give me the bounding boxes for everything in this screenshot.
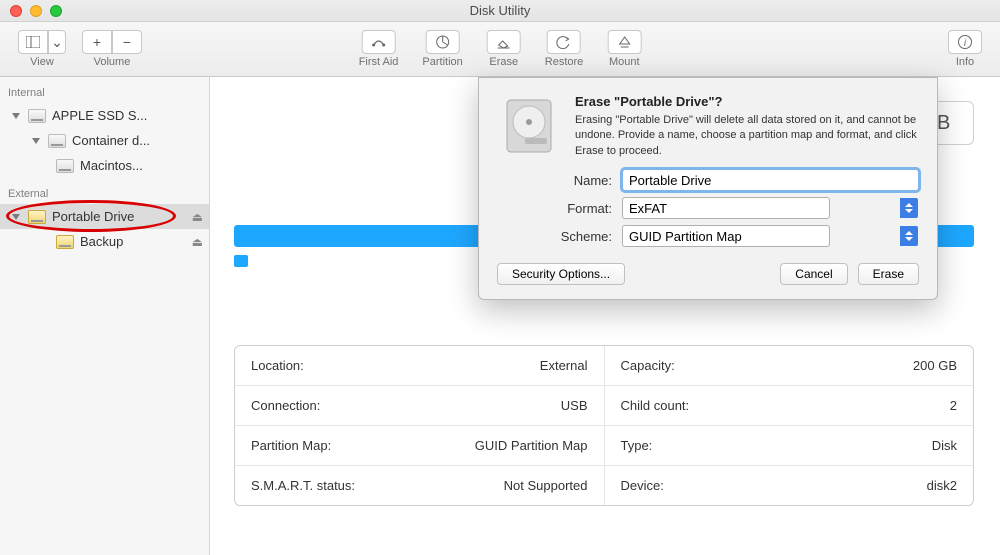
scheme-select[interactable] [622,225,919,247]
sidebar-item-macintosh[interactable]: Macintos... [0,153,209,178]
erase-button[interactable] [487,30,521,54]
info-panel: Location: External Capacity: 200 GB Connec… [234,345,974,506]
disk-icon [28,109,46,123]
stepper-icon[interactable] [900,198,918,218]
info-label: Type: [621,438,653,453]
window-title: Disk Utility [470,3,531,18]
info-label: S.M.A.R.T. status: [251,478,355,493]
hard-drive-icon [497,94,561,158]
toolbar-view: ⌄ View [18,30,66,68]
info-label: Connection: [251,398,320,413]
external-disk-icon [56,235,74,249]
content-pane: 200 GB Location: External Capacity: 200 GB… [210,77,1000,555]
zoom-icon[interactable] [50,5,62,17]
info-label: Location: [251,358,304,373]
name-label: Name: [497,173,612,188]
sidebar-item-label: Backup [80,234,186,249]
info-value: Not Supported [504,478,588,493]
usage-legend-swatch [234,255,248,267]
sidebar-item-label: APPLE SSD S... [52,108,203,123]
sidebar-item-apple-ssd[interactable]: APPLE SSD S... [0,103,209,128]
name-input[interactable] [622,169,919,191]
scheme-label: Scheme: [497,229,612,244]
disclosure-icon[interactable] [12,214,20,220]
info-label: Info [956,56,974,68]
info-value: disk2 [927,478,957,493]
info-label: Partition Map: [251,438,331,453]
cancel-button[interactable]: Cancel [780,263,847,285]
toolbar-volume: + − Volume [82,30,142,68]
info-value: USB [561,398,588,413]
sidebar-item-label: Portable Drive [52,209,186,224]
volume-add-button[interactable]: + [82,30,112,54]
view-menu-button[interactable]: ⌄ [48,30,66,54]
sidebar-item-backup[interactable]: Backup ⏏ [0,229,209,254]
toolbar-view-label: View [30,56,54,68]
partition-label: Partition [422,56,462,68]
external-disk-icon [28,210,46,224]
mount-label: Mount [609,56,640,68]
restore-button[interactable] [547,30,581,54]
info-value: 200 GB [913,358,957,373]
scheme-value[interactable] [622,225,830,247]
info-label: Child count: [621,398,690,413]
info-value: External [540,358,588,373]
close-icon[interactable] [10,5,22,17]
info-label: Capacity: [621,358,675,373]
stepper-icon[interactable] [900,226,918,246]
dialog-title: Erase "Portable Drive"? [575,94,919,109]
toolbar: ⌄ View + − Volume First Aid Partition Er… [0,22,1000,77]
partition-button[interactable] [426,30,460,54]
titlebar: Disk Utility [0,0,1000,22]
info-value: Disk [932,438,957,453]
dialog-description: Erasing "Portable Drive" will delete all… [575,113,919,159]
sidebar-item-container[interactable]: Container d... [0,128,209,153]
erase-confirm-button[interactable]: Erase [858,263,919,285]
erase-label: Erase [489,56,518,68]
svg-text:i: i [964,38,967,49]
eject-icon[interactable]: ⏏ [192,235,203,249]
view-sidebar-button[interactable] [18,30,48,54]
eject-icon[interactable]: ⏏ [192,210,203,224]
disclosure-icon[interactable] [32,138,40,144]
minimize-icon[interactable] [30,5,42,17]
format-label: Format: [497,201,612,216]
mount-button[interactable] [607,30,641,54]
format-value[interactable] [622,197,830,219]
info-label: Device: [621,478,664,493]
info-value: GUID Partition Map [475,438,588,453]
sidebar-header-internal: Internal [0,83,209,103]
sidebar-item-portable-drive[interactable]: Portable Drive ⏏ [0,204,209,229]
toolbar-volume-label: Volume [94,56,131,68]
window-controls [10,5,62,17]
erase-dialog: Erase "Portable Drive"? Erasing "Portabl… [478,77,938,300]
sidebar: Internal APPLE SSD S... Container d... M… [0,77,210,555]
first-aid-button[interactable] [362,30,396,54]
security-options-button[interactable]: Security Options... [497,263,625,285]
sidebar-item-label: Macintos... [80,158,203,173]
info-button[interactable]: i [948,30,982,54]
disk-icon [48,134,66,148]
format-select[interactable] [622,197,919,219]
first-aid-label: First Aid [359,56,399,68]
info-value: 2 [950,398,957,413]
volume-remove-button[interactable]: − [112,30,142,54]
disk-icon [56,159,74,173]
sidebar-header-external: External [0,184,209,204]
sidebar-item-label: Container d... [72,133,203,148]
disclosure-icon[interactable] [12,113,20,119]
restore-label: Restore [545,56,584,68]
